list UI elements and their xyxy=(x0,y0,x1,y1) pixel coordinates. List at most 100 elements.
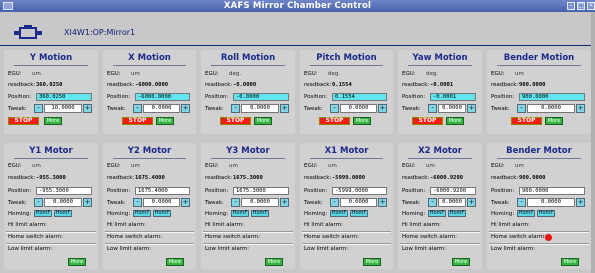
position-label: Position: xyxy=(402,188,426,194)
home-reverse-button[interactable]: HomF xyxy=(54,210,72,217)
tweak-field[interactable]: 0.0000 xyxy=(143,198,180,207)
panel-title: X1 Motor xyxy=(324,146,369,156)
stop-button[interactable]: STOP xyxy=(412,117,443,125)
motion-panel: Bender Motion EGU: um readback: 900.0000 Posi… xyxy=(487,50,591,134)
more-button[interactable]: More xyxy=(254,117,272,125)
egu-value: um xyxy=(32,71,41,77)
home-reverse-button[interactable]: HomF xyxy=(251,210,269,217)
home-reverse-button[interactable]: HomF xyxy=(350,210,368,217)
home-forward-button[interactable]: HomF xyxy=(34,210,52,217)
minimize-icon[interactable]: – xyxy=(567,2,575,10)
close-icon[interactable]: × xyxy=(587,2,595,10)
tweak-minus-button[interactable]: - xyxy=(330,198,339,207)
tweak-minus-button[interactable]: - xyxy=(133,104,142,113)
more-button[interactable]: More xyxy=(452,258,470,266)
tweak-plus-button[interactable]: + xyxy=(467,198,476,207)
low-limit-label: Low limit alarm: xyxy=(491,246,536,252)
more-button[interactable]: More xyxy=(166,258,184,266)
position-field[interactable]: 1675.4000 xyxy=(135,187,190,195)
tweak-minus-button[interactable]: - xyxy=(34,104,43,113)
more-button[interactable]: More xyxy=(265,258,283,266)
more-button[interactable]: More xyxy=(545,117,563,125)
tweak-field[interactable]: 0.0000 xyxy=(241,104,279,113)
readback-value: 900.0000 xyxy=(519,175,546,181)
maximize-icon[interactable]: □ xyxy=(577,2,585,10)
home-forward-button[interactable]: HomF xyxy=(133,210,151,217)
position-field[interactable]: 900.0000 xyxy=(519,187,585,195)
tweak-minus-button[interactable]: - xyxy=(231,104,240,113)
motion-panel: Roll Motion EGU: deg. readback: -0.0000 Posit… xyxy=(201,50,295,134)
tweak-field[interactable]: 0.0000 xyxy=(340,198,377,207)
stop-button[interactable]: STOP xyxy=(122,117,153,125)
more-button[interactable]: More xyxy=(44,117,62,125)
position-field[interactable]: -0.0001 xyxy=(430,93,476,101)
position-field[interactable]: 0.1554 xyxy=(332,93,387,101)
tweak-plus-button[interactable]: + xyxy=(181,104,190,113)
tweak-field[interactable]: 0.0000 xyxy=(527,198,575,207)
home-reverse-button[interactable]: HomF xyxy=(153,210,171,217)
position-field[interactable]: -0.0000 xyxy=(233,93,289,101)
tweak-plus-button[interactable]: + xyxy=(280,104,289,113)
more-button[interactable]: More xyxy=(446,117,464,125)
stop-button[interactable]: STOP xyxy=(8,117,39,125)
position-field[interactable]: -6000.0000 xyxy=(135,93,190,101)
tweak-plus-button[interactable]: + xyxy=(467,104,476,113)
position-field[interactable]: 900.0000 xyxy=(519,93,585,101)
stop-button[interactable]: STOP xyxy=(220,117,251,125)
tweak-plus-button[interactable]: + xyxy=(83,198,92,207)
stop-button[interactable]: STOP xyxy=(319,117,350,125)
tweak-field[interactable]: 10.0000 xyxy=(44,104,82,113)
tweak-plus-button[interactable]: + xyxy=(280,198,289,207)
position-field[interactable]: -6000.9200 xyxy=(430,187,476,195)
tweak-field[interactable]: 0.0000 xyxy=(340,104,377,113)
home-forward-button[interactable]: HomF xyxy=(330,210,348,217)
title-underline xyxy=(113,65,186,66)
tweak-minus-button[interactable]: - xyxy=(428,104,437,113)
home-forward-button[interactable]: HomF xyxy=(517,210,535,217)
egu-value: um xyxy=(229,163,238,169)
home-forward-button[interactable]: HomF xyxy=(428,210,446,217)
more-button[interactable]: More xyxy=(353,117,371,125)
tweak-plus-button[interactable]: + xyxy=(576,198,585,207)
tweak-plus-button[interactable]: + xyxy=(576,104,585,113)
egu-value: um xyxy=(515,71,524,77)
more-button[interactable]: More xyxy=(68,258,86,266)
home-reverse-button[interactable]: HomF xyxy=(448,210,466,217)
tweak-plus-button[interactable]: + xyxy=(378,104,387,113)
tweak-minus-button[interactable]: - xyxy=(428,198,437,207)
tweak-minus-button[interactable]: - xyxy=(330,104,339,113)
tweak-field[interactable]: 0.0000 xyxy=(143,104,180,113)
egu-value: um xyxy=(32,163,41,169)
tweak-plus-button[interactable]: + xyxy=(83,104,92,113)
position-field[interactable]: -955.3000 xyxy=(36,187,92,195)
tweak-field[interactable]: 0.0000 xyxy=(527,104,575,113)
tweak-field[interactable]: 0.0000 xyxy=(241,198,279,207)
tweak-control: -0.0000 + xyxy=(330,104,387,113)
tweak-control: -0.0000 + xyxy=(517,198,585,207)
more-button[interactable]: More xyxy=(561,258,579,266)
row-separator-highlight xyxy=(203,232,293,233)
tweak-plus-button[interactable]: + xyxy=(378,198,387,207)
tweak-minus-button[interactable]: - xyxy=(517,104,526,113)
row-separator-highlight xyxy=(302,232,391,233)
position-field[interactable]: 360.0250 xyxy=(36,93,92,101)
position-field[interactable]: 1675.3000 xyxy=(233,187,289,195)
pv-name: XI4W1:OP:Mirror1 xyxy=(64,28,136,37)
tweak-minus-button[interactable]: - xyxy=(133,198,142,207)
tweak-field[interactable]: 0.0000 xyxy=(44,198,82,207)
tweak-plus-button[interactable]: + xyxy=(181,198,190,207)
position-label: Position: xyxy=(402,94,426,100)
more-button[interactable]: More xyxy=(363,258,381,266)
more-button[interactable]: More xyxy=(156,117,174,125)
stop-button[interactable]: STOP xyxy=(511,117,542,125)
egu-label: EGU: xyxy=(491,163,505,169)
tweak-minus-button[interactable]: - xyxy=(231,198,240,207)
tweak-minus-button[interactable]: - xyxy=(34,198,43,207)
home-reverse-button[interactable]: HomF xyxy=(537,210,555,217)
home-forward-button[interactable]: HomF xyxy=(231,210,249,217)
tweak-field[interactable]: 0.0000 xyxy=(438,104,466,113)
tweak-field[interactable]: 0.0000 xyxy=(438,198,466,207)
position-field[interactable]: -5999.0000 xyxy=(332,187,387,195)
tweak-minus-button[interactable]: - xyxy=(517,198,526,207)
title-underline xyxy=(408,65,472,66)
